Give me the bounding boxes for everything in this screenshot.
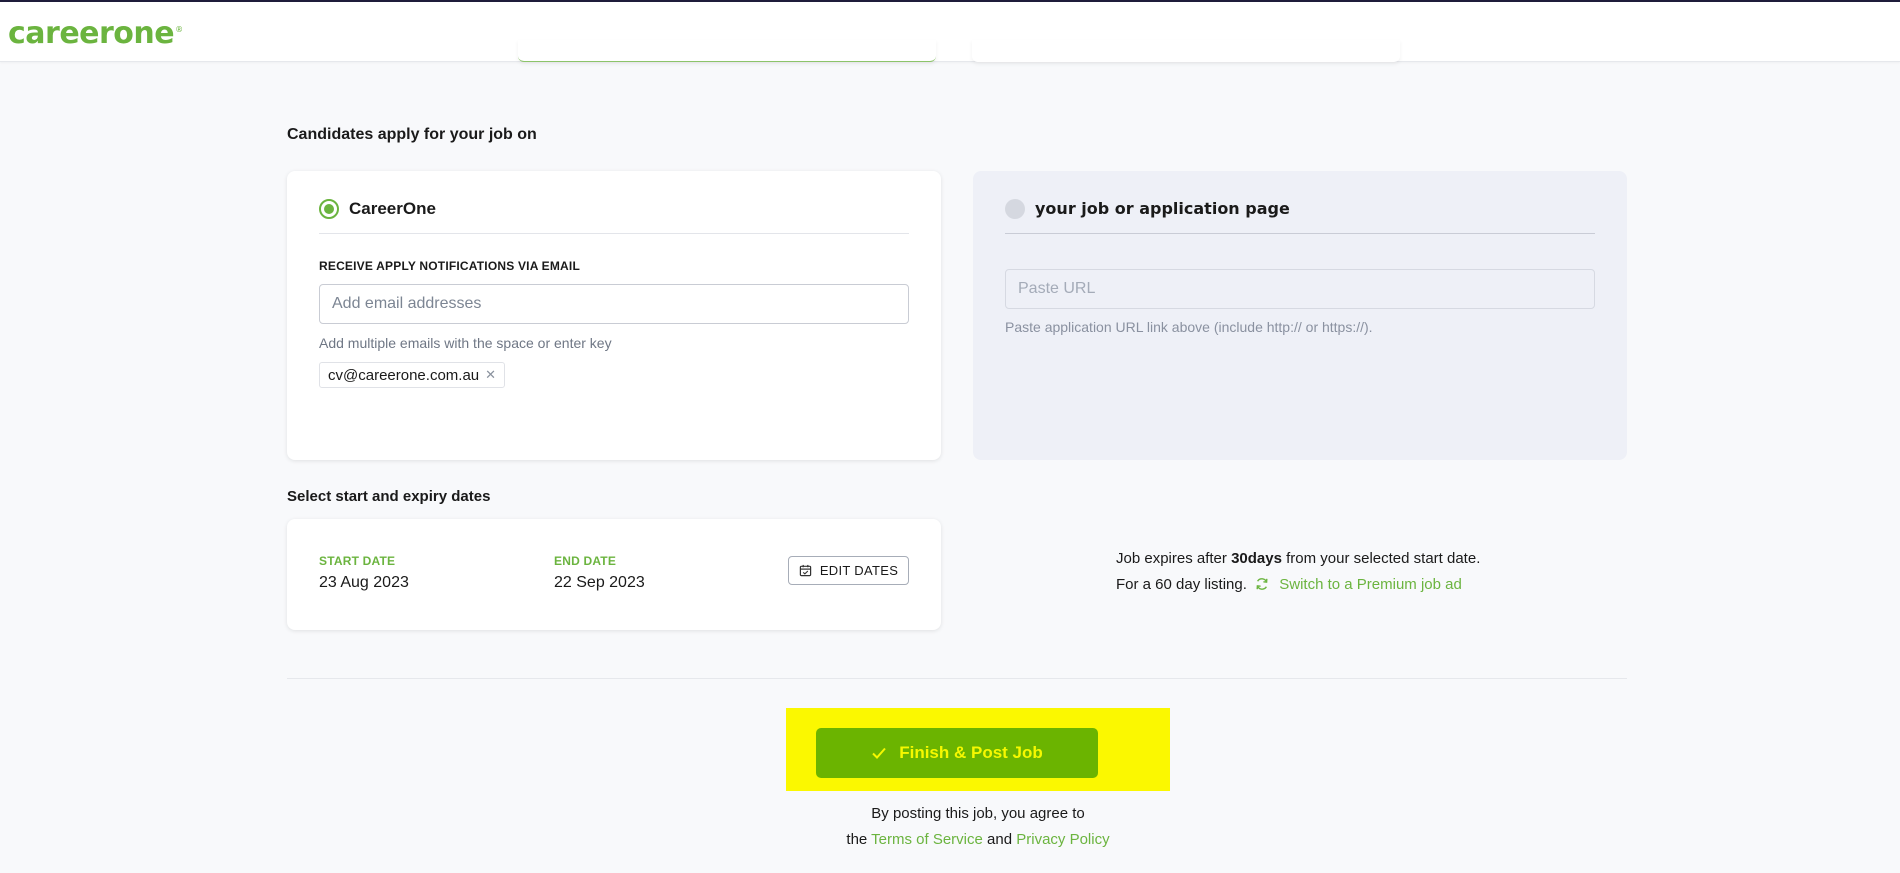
url-option-label: your job or application page xyxy=(1035,199,1290,218)
email-chip-text: cv@careerone.com.au xyxy=(328,366,480,384)
finish-post-job-label: Finish & Post Job xyxy=(899,743,1043,762)
calendar-icon xyxy=(799,564,812,577)
expiry-line: Job expires after 30days from your selec… xyxy=(1116,550,1481,567)
close-icon[interactable]: ✕ xyxy=(485,367,496,383)
email-chip: cv@careerone.com.au ✕ xyxy=(319,362,506,388)
email-hint: Add multiple emails with the space or en… xyxy=(319,335,612,351)
dates-card: START DATE 23 Aug 2023 END DATE 22 Sep 2… xyxy=(287,519,941,630)
finish-post-job-button[interactable]: Finish & Post Job xyxy=(816,728,1098,778)
end-date-value: 22 Sep 2023 xyxy=(554,574,645,591)
radio-selected-icon[interactable] xyxy=(319,199,339,219)
careerone-apply-card[interactable]: CareerOne RECEIVE APPLY NOTIFICATIONS VI… xyxy=(287,171,941,460)
refresh-icon xyxy=(1256,578,1268,590)
application-url-card[interactable]: your job or application page Paste appli… xyxy=(973,171,1627,460)
edit-dates-label: EDIT DATES xyxy=(819,563,899,578)
careerone-option-label: CareerOne xyxy=(349,199,436,218)
careerone-option-header[interactable]: CareerOne xyxy=(319,198,909,234)
terms-of-service-link[interactable]: Terms of Service xyxy=(871,831,983,848)
agreement-links: the Terms of Service and Privacy Policy xyxy=(846,831,1110,848)
agreement-text: By posting this job, you agree to xyxy=(871,805,1085,822)
site-header: careerone® xyxy=(0,2,1900,62)
switch-to-premium-link[interactable]: Switch to a Premium job ad xyxy=(1279,576,1462,593)
apply-section-title: Candidates apply for your job on xyxy=(287,126,537,143)
check-icon xyxy=(872,747,886,759)
premium-line: For a 60 day listing. Switch to a Premiu… xyxy=(1116,572,1480,598)
url-option-header[interactable]: your job or application page xyxy=(1005,198,1595,234)
email-addresses-input[interactable] xyxy=(319,284,909,324)
email-notifications-label: RECEIVE APPLY NOTIFICATIONS VIA EMAIL xyxy=(319,259,580,273)
previous-option-card-right xyxy=(972,40,1400,62)
expiry-info: Job expires after 30days from your selec… xyxy=(1116,546,1480,598)
start-date-block: START DATE 23 Aug 2023 xyxy=(319,554,409,592)
previous-option-card-left xyxy=(518,40,936,62)
url-hint: Paste application URL link above (includ… xyxy=(1005,319,1373,335)
end-date-block: END DATE 22 Sep 2023 xyxy=(554,554,645,592)
application-url-input[interactable] xyxy=(1005,269,1595,309)
careerone-logo[interactable]: careerone® xyxy=(8,16,183,51)
privacy-policy-link[interactable]: Privacy Policy xyxy=(1016,831,1109,848)
section-divider xyxy=(287,678,1627,679)
dates-section-title: Select start and expiry dates xyxy=(287,488,491,505)
start-date-label: START DATE xyxy=(319,554,396,568)
listing-text: For a 60 day listing. xyxy=(1116,576,1247,593)
radio-unselected-icon[interactable] xyxy=(1005,199,1025,219)
expiry-days: 30days xyxy=(1231,550,1282,567)
start-date-value: 23 Aug 2023 xyxy=(319,574,409,591)
end-date-label: END DATE xyxy=(554,554,617,568)
edit-dates-button[interactable]: EDIT DATES xyxy=(788,556,909,585)
